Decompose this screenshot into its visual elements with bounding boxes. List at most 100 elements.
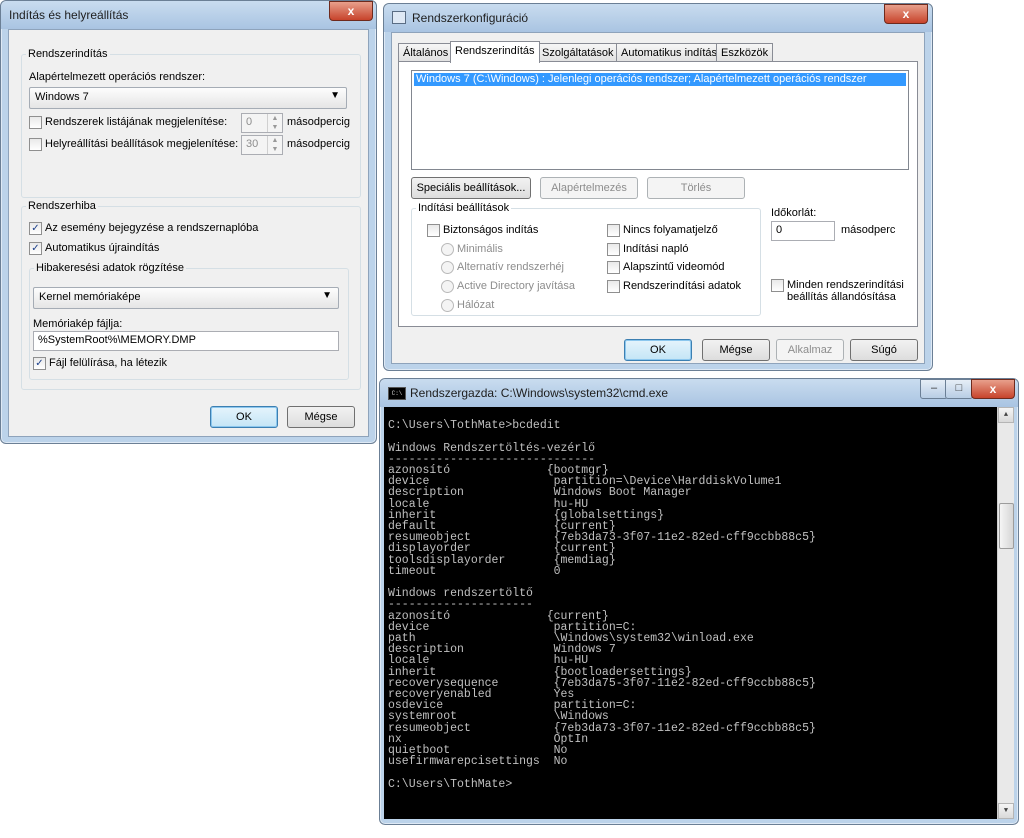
alternate-shell-radio[interactable] xyxy=(441,261,454,274)
console-line: timeout 0 xyxy=(388,564,561,578)
scroll-up-icon[interactable]: ▲ xyxy=(998,407,1014,423)
network-radio[interactable] xyxy=(441,299,454,312)
tab-boot[interactable]: Rendszerindítás xyxy=(450,41,540,63)
minimal-label: Minimális xyxy=(457,243,503,255)
no-gui-label: Nincs folyamatjelző xyxy=(623,224,718,236)
os-boot-info-checkbox[interactable] xyxy=(607,280,620,293)
tab-tools[interactable]: Eszközök xyxy=(716,43,774,62)
show-recovery-label: Helyreállítási beállítások megjelenítése… xyxy=(45,138,239,150)
show-recovery-seconds-input[interactable]: 30 ▲ ▼ xyxy=(241,135,283,155)
dump-file-value: %SystemRoot%\MEMORY.DMP xyxy=(38,334,196,346)
msconfig-title: Rendszerkonfiguráció xyxy=(412,11,529,25)
close-button[interactable]: x xyxy=(329,1,373,21)
msconfig-dialog: Rendszerkonfiguráció x Általános Rendsze… xyxy=(383,3,933,371)
alternate-shell-label: Alternatív rendszerhéj xyxy=(457,261,564,273)
scroll-down-icon[interactable]: ▼ xyxy=(998,803,1014,819)
minimal-radio[interactable] xyxy=(441,243,454,256)
ad-repair-label: Active Directory javítása xyxy=(457,280,575,292)
auto-restart-checkbox[interactable]: ✓ xyxy=(29,242,42,255)
set-default-button[interactable]: Alapértelmezés xyxy=(540,177,638,199)
show-list-checkbox[interactable] xyxy=(29,116,42,129)
tab-panel: Windows 7 (C:\Windows) : Jelenlegi operá… xyxy=(398,61,918,327)
startup-recovery-titlebar[interactable]: Indítás és helyreállítás xyxy=(1,1,376,29)
timeout-unit: másodperc xyxy=(841,224,896,236)
ok-button[interactable]: OK xyxy=(624,339,692,361)
safe-boot-label: Biztonságos indítás xyxy=(443,224,539,236)
minimize-button[interactable]: – xyxy=(920,379,948,399)
show-list-seconds-input[interactable]: 0 ▲ ▼ xyxy=(241,113,283,133)
timeout-label: Időkorlát: xyxy=(771,207,817,219)
write-event-label: Az esemény bejegyzése a rendszernaplóba xyxy=(45,222,259,234)
debug-info-legend: Hibakeresési adatok rögzítése xyxy=(36,262,184,274)
ok-button[interactable]: OK xyxy=(210,406,278,428)
console-line: locale hu-HU xyxy=(388,654,589,668)
close-icon: x xyxy=(902,7,910,21)
boot-log-label: Indítási napló xyxy=(623,243,689,255)
dump-file-input[interactable]: %SystemRoot%\MEMORY.DMP xyxy=(33,331,339,351)
spinner-icon[interactable]: ▲ ▼ xyxy=(267,136,282,154)
console-line: displayorder {current} xyxy=(388,542,616,556)
apply-button[interactable]: Alkalmaz xyxy=(776,339,844,361)
default-os-select[interactable]: Windows 7 ▼ xyxy=(29,87,347,109)
boot-entry-row[interactable]: Windows 7 (C:\Windows) : Jelenlegi operá… xyxy=(414,73,906,86)
cmd-title: Rendszergazda: C:\Windows\system32\cmd.e… xyxy=(410,386,669,400)
vertical-scrollbar[interactable]: ▲ ▼ xyxy=(997,407,1014,819)
advanced-options-button[interactable]: Speciális beállítások... xyxy=(411,177,531,199)
console-line: systemroot \Windows xyxy=(388,710,609,724)
make-permanent-label-1: Minden rendszerindítási xyxy=(787,279,904,291)
base-video-checkbox[interactable] xyxy=(607,261,620,274)
close-button[interactable]: x xyxy=(971,379,1015,399)
show-recovery-unit: másodpercig xyxy=(287,138,350,150)
show-recovery-seconds-value: 30 xyxy=(246,138,259,150)
boot-entries-list[interactable]: Windows 7 (C:\Windows) : Jelenlegi operá… xyxy=(411,70,909,170)
dump-type-select[interactable]: Kernel memóriaképe ▼ xyxy=(33,287,339,309)
dump-file-label: Memóriakép fájlja: xyxy=(33,318,123,330)
network-label: Hálózat xyxy=(457,299,495,311)
tab-services[interactable]: Szolgáltatások xyxy=(537,43,619,62)
console-line: usefirmwarepcisettings No xyxy=(388,755,568,769)
console-line: description Windows Boot Manager xyxy=(388,486,692,500)
maximize-icon: □ xyxy=(955,382,963,394)
scroll-thumb[interactable] xyxy=(999,503,1014,549)
close-button[interactable]: x xyxy=(884,4,928,24)
write-event-checkbox[interactable]: ✓ xyxy=(29,222,42,235)
tab-startup[interactable]: Automatikus indítás xyxy=(616,43,722,62)
show-list-unit: másodpercig xyxy=(287,116,350,128)
msconfig-app-icon xyxy=(392,11,406,24)
base-video-label: Alapszintű videomód xyxy=(623,261,725,273)
console-output[interactable]: C:\Users\TothMate>bcdedit Windows Rendsze… xyxy=(384,407,1014,819)
show-recovery-checkbox[interactable] xyxy=(29,138,42,151)
cancel-button[interactable]: Mégse xyxy=(287,406,355,428)
overwrite-checkbox[interactable]: ✓ xyxy=(33,357,46,370)
boot-log-checkbox[interactable] xyxy=(607,243,620,256)
ad-repair-radio[interactable] xyxy=(441,280,454,293)
spinner-icon[interactable]: ▲ ▼ xyxy=(267,114,282,132)
timeout-input[interactable]: 0 xyxy=(771,221,835,241)
cmd-app-icon: C:\ xyxy=(388,387,406,400)
startup-recovery-title: Indítás és helyreállítás xyxy=(9,8,129,22)
make-permanent-checkbox[interactable] xyxy=(771,279,784,292)
close-icon: x xyxy=(989,382,997,396)
msconfig-titlebar[interactable]: Rendszerkonfiguráció xyxy=(384,4,932,32)
no-gui-checkbox[interactable] xyxy=(607,224,620,237)
show-list-seconds-value: 0 xyxy=(246,116,253,128)
minimize-icon: – xyxy=(930,382,938,394)
boot-options-legend: Indítási beállítások xyxy=(418,202,510,214)
startup-recovery-client: Rendszerindítás Alapértelmezett operáció… xyxy=(8,29,369,437)
close-icon: x xyxy=(347,4,355,18)
startup-recovery-dialog: Indítás és helyreállítás x Rendszerindít… xyxy=(0,0,377,444)
timeout-value: 0 xyxy=(776,224,783,236)
overwrite-label: Fájl felülírása, ha létezik xyxy=(49,357,167,369)
console-line: --------------------- xyxy=(388,598,533,612)
os-boot-info-label: Rendszerindítási adatok xyxy=(623,280,742,292)
help-button[interactable]: Súgó xyxy=(850,339,918,361)
msconfig-client: Általános Rendszerindítás Szolgáltatások… xyxy=(391,32,925,364)
maximize-button[interactable]: □ xyxy=(945,379,973,399)
cancel-button[interactable]: Mégse xyxy=(702,339,770,361)
safe-boot-checkbox[interactable] xyxy=(427,224,440,237)
delete-button[interactable]: Törlés xyxy=(647,177,745,199)
dump-type-value: Kernel memóriaképe xyxy=(39,291,141,303)
tab-general[interactable]: Általános xyxy=(398,43,454,62)
make-permanent-label-2: beállítás állandósítása xyxy=(787,291,896,303)
system-failure-legend: Rendszerhiba xyxy=(28,200,96,212)
